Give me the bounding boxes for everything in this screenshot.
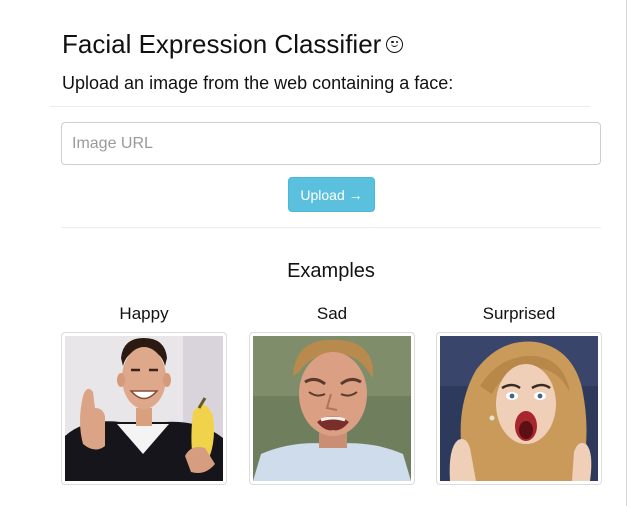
example-image-sad[interactable] [249,332,415,485]
happy-face-photo [65,336,223,481]
surprised-face-photo [440,336,598,481]
example-image-happy[interactable] [61,332,227,485]
examples-heading: Examples [287,260,375,282]
divider-bottom [61,227,601,228]
upload-instructions: Upload an image from the web containing … [62,73,454,93]
page-title: Facial Expression Classifier [62,27,404,61]
window-edge [626,0,627,506]
example-surprised[interactable]: Surprised [436,303,602,485]
example-label-surprised: Surprised [482,304,556,323]
example-label-sad: Sad [316,304,348,323]
example-sad[interactable]: Sad [249,303,415,485]
example-image-surprised[interactable] [436,332,602,485]
example-label-happy: Happy [119,304,169,323]
sad-face-photo [253,336,411,481]
upload-button[interactable]: Upload → [288,177,375,212]
image-url-input[interactable] [61,122,601,165]
example-happy[interactable]: Happy [61,303,227,485]
page-title-text: Facial Expression Classifier [62,29,382,59]
smiley-face-icon [386,36,404,53]
divider-top [50,106,590,107]
